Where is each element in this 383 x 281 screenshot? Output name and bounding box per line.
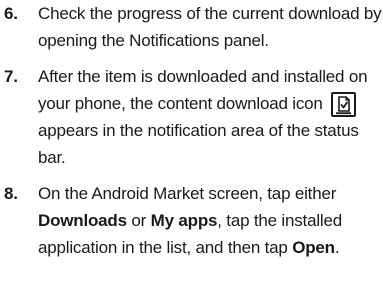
step-6: 6. Check the progress of the current dow… xyxy=(0,0,383,54)
step-text: After the item is downloaded and install… xyxy=(38,63,383,171)
step-text-part: or xyxy=(126,211,151,230)
step-text-after-icon: appears in the notification area of the … xyxy=(38,121,359,167)
step-number: 6. xyxy=(4,4,18,23)
step-text-part: . xyxy=(334,238,340,257)
my-apps-label: My apps xyxy=(150,211,218,230)
step-8: 8. On the Android Market screen, tap eit… xyxy=(0,180,383,261)
step-7: 7. After the item is downloaded and inst… xyxy=(0,63,383,171)
step-text: Check the progress of the current downlo… xyxy=(38,4,382,50)
content-download-icon xyxy=(330,92,356,117)
open-label: Open xyxy=(292,238,335,257)
step-text: On the Android Market screen, tap either… xyxy=(38,180,383,261)
step-text-before-icon: After the item is downloaded and install… xyxy=(38,67,368,113)
instruction-steps: 6. Check the progress of the current dow… xyxy=(0,0,383,261)
step-number: 8. xyxy=(4,184,18,203)
step-number: 7. xyxy=(4,67,18,86)
step-text-part: On the Android Market screen, tap either xyxy=(38,184,337,203)
downloads-label: Downloads xyxy=(38,211,127,230)
